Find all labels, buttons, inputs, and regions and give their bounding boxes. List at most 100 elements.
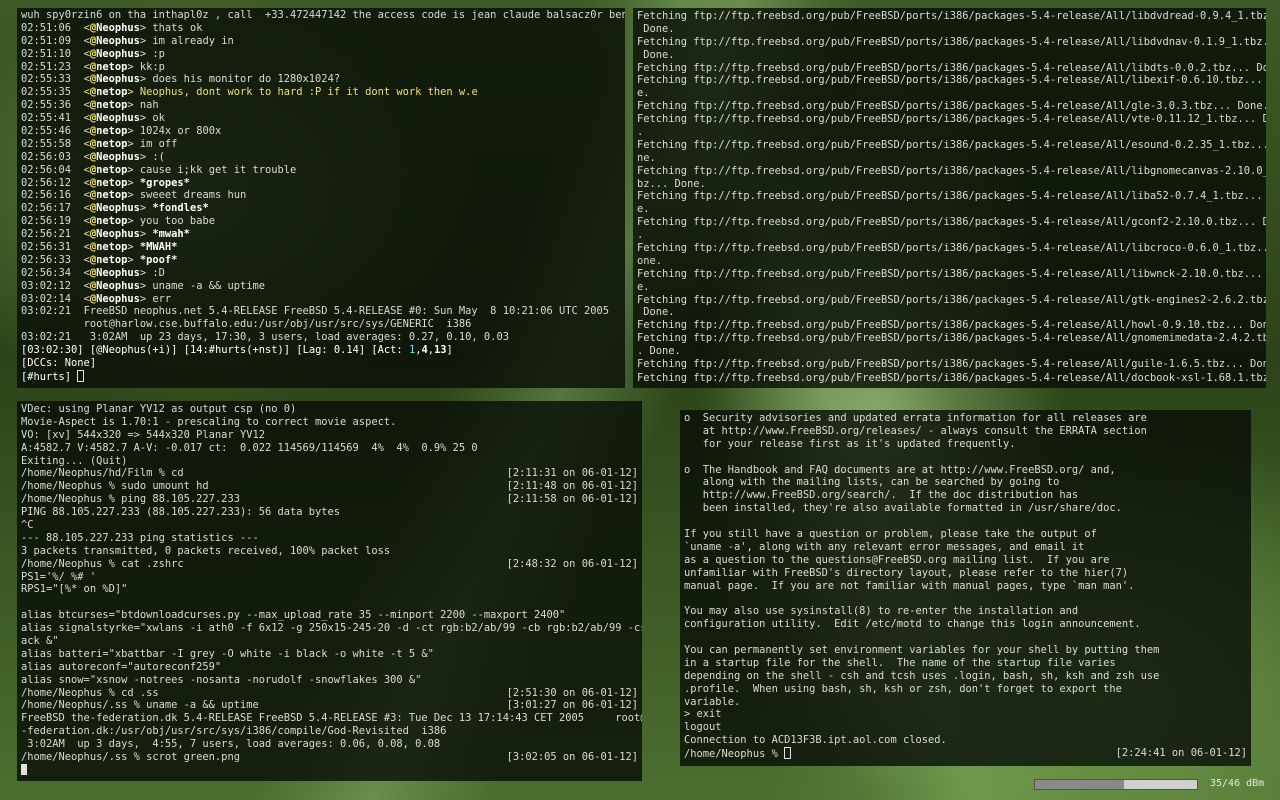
message-nick[interactable]: Neophus (96, 48, 140, 60)
message-time: 02:56:33 (21, 253, 72, 266)
message-nick[interactable]: Neophus (96, 35, 140, 47)
message-nick[interactable]: netop (96, 215, 127, 227)
message-nick[interactable]: Neophus (96, 293, 140, 305)
message-text: im already in (152, 34, 234, 47)
message-nick[interactable]: Neophus (96, 202, 140, 214)
shell-line: FreeBSD the-federation.dk 5.4-RELEASE Fr… (21, 712, 642, 725)
message-time: 02:56:21 (21, 228, 72, 241)
shell-line: alias signalstyrke="xwlans -i ath0 -f 6x… (21, 622, 642, 635)
motd-line: for your release first as it's updated f… (684, 437, 1016, 450)
motd-terminal[interactable]: o Security advisories and updated errata… (680, 410, 1251, 766)
message-nick[interactable]: netop (96, 86, 127, 98)
message-nick[interactable]: netop (96, 61, 127, 73)
shell-line: alias btcurses="btdownloadcurses.py --ma… (21, 609, 566, 622)
irc-message: 03:02:12 <@Neophus> uname -a && uptime (21, 279, 266, 292)
message-text: does his monitor do 1280x1024? (152, 73, 341, 86)
irc-message: 02:51:06 <@Neophus> thats ok (21, 21, 203, 34)
message-text: err (152, 292, 172, 305)
motd-line: in a startup file for the shell. The nam… (684, 656, 1116, 669)
message-text: :( (152, 150, 165, 163)
fetch-line: Fetching ftp://ftp.freebsd.org/pub/FreeB… (637, 74, 1266, 87)
message-nick[interactable]: Neophus (96, 112, 140, 124)
shell-line: PS1='%/ %# ' (21, 570, 97, 583)
message-time: 02:56:31 (21, 241, 72, 254)
fetch-line: one. (637, 254, 663, 267)
fetch-line: Fetching ftp://ftp.freebsd.org/pub/FreeB… (637, 242, 1266, 255)
fetch-line: Done. (637, 22, 675, 35)
shell-input-line[interactable] (21, 763, 638, 777)
fetch-line: Fetching ftp://ftp.freebsd.org/pub/FreeB… (637, 190, 1266, 203)
irc-message: 02:56:16 <@netop> sweeet dreams hun (21, 189, 247, 202)
motd-line: `uname -a', along with any relevant erro… (684, 540, 1085, 553)
message-time: 02:56:03 (21, 150, 72, 163)
message-time: 02:55:58 (21, 137, 72, 150)
message-time: 02:56:04 (21, 163, 72, 176)
message-time: 02:55:36 (21, 99, 72, 112)
message-nick[interactable]: netop (96, 125, 127, 137)
fetch-line: . (637, 126, 644, 139)
irc-message: 02:51:23 <@netop> kk:p (21, 60, 165, 73)
motd-line: .profile. When using bash, sh, ksh or zs… (684, 682, 1122, 695)
status-clock: [03:02:30] (21, 344, 84, 357)
message-nick[interactable]: netop (96, 254, 127, 266)
motd-line (684, 592, 1247, 605)
shell-line: --- 88.105.227.233 ping statistics --- (21, 531, 259, 544)
irc-message: 02:56:12 <@netop> *gropes* (21, 176, 190, 189)
irc-message-list: 02:51:06 <@Neophus> thats ok 02:51:09 <@N… (21, 22, 621, 306)
irc-topic: wuh spy0rzin6 on tha inthapl0z , call +3… (21, 9, 625, 21)
fetch-line: e. (637, 280, 650, 293)
message-text: nah (139, 99, 159, 112)
shell-line: /home/Neophus/.ss % scrot green.png [3:02… (21, 751, 638, 764)
message-time: 02:55:46 (21, 125, 72, 138)
message-nick[interactable]: Neophus (96, 22, 140, 34)
command-timestamp: [2:11:48 on 06-01-12] (506, 480, 638, 493)
fetch-line: e. (637, 203, 650, 216)
irc-status-bar: [03:02:30] [@Neophus(+i)] [14:#hurts(+ns… (21, 344, 621, 357)
motd-prompt-timestamp: [2:24:41 on 06-01-12] (1115, 747, 1247, 760)
message-nick[interactable]: Neophus (96, 267, 140, 279)
shell-terminal[interactable]: VDec: using Planar YV12 as output csp (n… (17, 401, 642, 781)
shell-line: /home/Neophus % cat .zshrc [2:48:32 on 06… (21, 557, 638, 570)
message-time: 02:51:10 (21, 47, 72, 60)
message-text: *poof* (139, 253, 178, 266)
motd-prompt: /home/Neophus % (684, 748, 785, 761)
status-nick: [@Neophus(+i)] (89, 344, 178, 357)
message-nick[interactable]: Neophus (96, 151, 140, 163)
irc-terminal[interactable]: wuh spy0rzin6 on tha inthapl0z , call +3… (17, 8, 625, 388)
motd-line (684, 451, 1247, 464)
command-timestamp: [2:11:58 on 06-01-12] (506, 493, 638, 506)
message-time: 02:55:33 (21, 73, 72, 86)
fetch-line: Fetching ftp://ftp.freebsd.org/pub/FreeB… (637, 100, 1266, 113)
irc-message: 02:56:19 <@netop> you too babe (21, 215, 215, 228)
motd-line: variable. (684, 695, 741, 708)
motd-cursor (784, 747, 792, 760)
message-nick[interactable]: netop (96, 177, 127, 189)
irc-input-line[interactable]: [#hurts] (21, 369, 621, 383)
message-text: kk:p (139, 60, 165, 73)
irc-message: 02:56:03 <@Neophus> :( (21, 150, 165, 163)
motd-input-line[interactable]: /home/Neophus % [2:24:41 on 06-01-12] (684, 747, 1247, 760)
shell-line: alias batteri="xbattbar -I grey -O white… (21, 647, 434, 660)
motd-line: http://www.FreeBSD.org/search/. If the d… (684, 489, 1079, 502)
message-time: 02:56:16 (21, 189, 72, 202)
uname-output-line-1: 03:02:21 FreeBSD neophus.net 5.4-RELEASE… (21, 305, 610, 318)
message-nick[interactable]: Neophus (96, 73, 140, 85)
message-time: 02:56:19 (21, 215, 72, 228)
fetch-line: Done. (637, 48, 675, 61)
irc-prompt: [#hurts] (21, 370, 78, 383)
message-nick[interactable]: Neophus (96, 280, 140, 292)
command-timestamp: [2:11:31 on 06-01-12] (506, 467, 638, 480)
message-text: cause i;kk get it trouble (139, 163, 297, 176)
message-nick[interactable]: netop (96, 99, 127, 111)
irc-message: 02:55:41 <@Neophus> ok (21, 112, 165, 125)
ports-fetch-terminal[interactable]: Fetching ftp://ftp.freebsd.org/pub/FreeB… (633, 8, 1266, 388)
message-nick[interactable]: netop (96, 164, 127, 176)
message-nick[interactable]: Neophus (96, 228, 140, 240)
motd-line: at http://www.FreeBSD.org/releases/ - al… (684, 424, 1147, 437)
shell-line: /home/Neophus/.ss % uname -a && uptime [3… (21, 699, 638, 712)
message-nick[interactable]: netop (96, 189, 127, 201)
shell-line: ^C (21, 519, 34, 532)
message-nick[interactable]: netop (96, 241, 127, 253)
message-nick[interactable]: netop (96, 138, 127, 150)
motd-line (684, 631, 1247, 644)
